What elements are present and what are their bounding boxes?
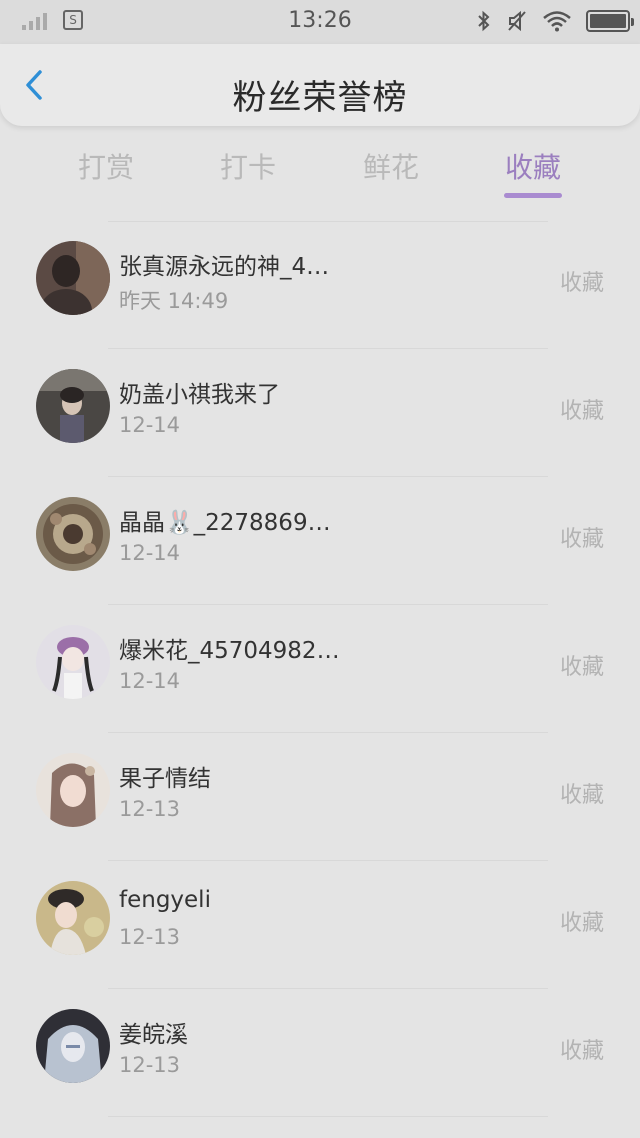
list-item[interactable]: 姜皖溪 12-13 收藏 — [0, 989, 640, 1117]
fan-date: 12-14 — [119, 541, 181, 565]
list-item[interactable]: 张真源永远的神_4… 昨天 14:49 收藏 — [0, 221, 640, 349]
status-right — [476, 9, 634, 33]
action-label: 收藏 — [559, 271, 604, 296]
list-item[interactable]: 晶晶🐰_2278869… 12-14 收藏 — [0, 477, 640, 605]
list-item[interactable]: 爆米花_45704982… 12-14 收藏 — [0, 605, 640, 733]
fan-name: 张真源永远的神_4… — [119, 254, 330, 280]
status-bar: S 13:26 — [0, 0, 640, 44]
action-label: 收藏 — [559, 399, 604, 424]
avatar — [36, 1009, 110, 1083]
fan-date: 12-13 — [119, 925, 181, 949]
avatar — [36, 753, 110, 827]
fan-date: 12-14 — [119, 669, 181, 693]
fan-name: 姜皖溪 — [119, 1022, 188, 1048]
avatar — [36, 625, 110, 699]
list-item[interactable]: 果子情结 12-13 收藏 — [0, 733, 640, 861]
fan-name: 晶晶🐰_2278869… — [119, 510, 331, 536]
list-item[interactable]: fengyeli 12-13 收藏 — [0, 861, 640, 989]
tab-daka[interactable]: 打卡 — [188, 146, 308, 186]
tab-xianhua[interactable]: 鲜花 — [331, 146, 451, 186]
header-bar: 粉丝荣誉榜 — [0, 44, 640, 126]
fan-list: 张真源永远的神_4… 昨天 14:49 收藏 奶盖小祺我来了 12-14 收藏 — [0, 221, 640, 1117]
battery-icon — [586, 10, 634, 32]
action-label: 收藏 — [559, 911, 604, 936]
avatar — [36, 881, 110, 955]
tab-dashang[interactable]: 打赏 — [46, 146, 166, 186]
bluetooth-icon — [478, 10, 490, 32]
wifi-icon — [543, 11, 571, 32]
page-title: 粉丝荣誉榜 — [232, 78, 408, 118]
fan-name: 爆米花_45704982… — [119, 638, 340, 664]
tab-shoucang[interactable]: 收藏 — [473, 146, 593, 186]
fan-name: fengyeli — [119, 887, 211, 913]
avatar — [36, 369, 110, 443]
mute-icon — [508, 10, 526, 32]
fan-name: 奶盖小祺我来了 — [119, 382, 280, 408]
fan-date: 12-13 — [119, 797, 181, 821]
active-tab-indicator — [504, 193, 562, 198]
avatar — [36, 241, 110, 315]
action-label: 收藏 — [559, 783, 604, 808]
fan-date: 昨天 14:49 — [119, 289, 229, 313]
fan-date: 12-13 — [119, 1053, 181, 1077]
fan-name: 果子情结 — [119, 766, 211, 792]
action-label: 收藏 — [559, 527, 604, 552]
avatar — [36, 497, 110, 571]
fan-date: 12-14 — [119, 413, 181, 437]
action-label: 收藏 — [559, 655, 604, 680]
list-item[interactable]: 奶盖小祺我来了 12-14 收藏 — [0, 349, 640, 477]
action-label: 收藏 — [559, 1039, 604, 1064]
